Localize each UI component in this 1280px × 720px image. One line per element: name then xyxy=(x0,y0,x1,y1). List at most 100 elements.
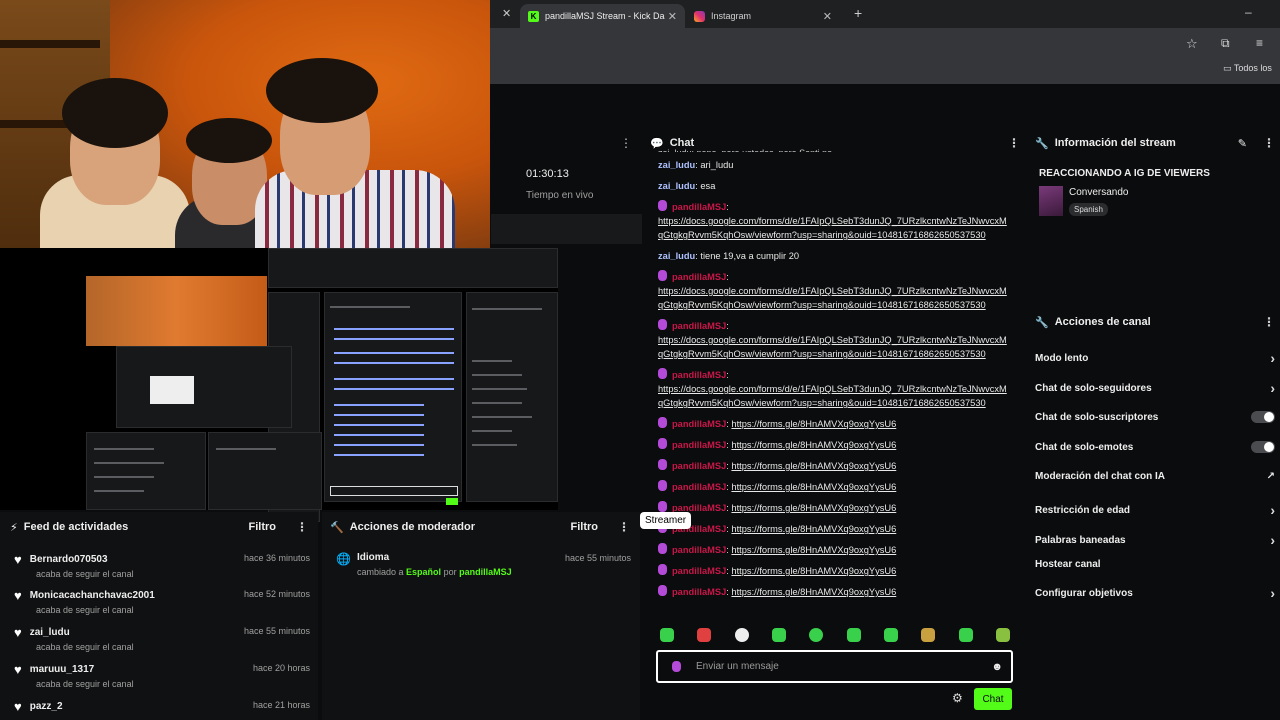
emote-icon[interactable] xyxy=(846,628,861,642)
channel-action-row[interactable]: Configurar objetivos › xyxy=(1035,585,1275,601)
chat-link[interactable]: https://forms.gle/8HnAMVXq9oxgYysU6 xyxy=(731,461,896,471)
chat-input[interactable]: Enviar un mensaje ☻ xyxy=(656,650,1013,683)
chat-username[interactable]: pandillaMSJ xyxy=(672,482,726,492)
feed-username[interactable]: zai_ludu xyxy=(30,627,70,638)
chat-link[interactable]: https://forms.gle/8HnAMVXq9oxgYysU6 xyxy=(731,440,896,450)
chat-username[interactable]: pandillaMSJ xyxy=(672,461,726,471)
more-options-icon[interactable]: ⋮ xyxy=(1263,315,1275,329)
chat-message: pandillaMSJ: https://forms.gle/8HnAMVXq9… xyxy=(658,501,1018,515)
emote-icon[interactable] xyxy=(809,628,824,642)
mod-action-user: pandillaMSJ xyxy=(459,567,512,577)
chat-link[interactable]: https://docs.google.com/forms/d/e/1FAIpQ… xyxy=(658,214,1010,242)
chat-message: zai_ludu: ari_ludu xyxy=(658,160,734,170)
bookmarks-folder[interactable]: ▭ Todos los xyxy=(1223,63,1272,74)
emote-icon[interactable] xyxy=(771,628,786,642)
chat-username[interactable]: pandillaMSJ xyxy=(672,587,726,597)
activity-feed-panel: ⚡ Feed de actividades Filtro ⋮ ♥ Bernardo… xyxy=(0,512,318,720)
tab-instagram[interactable]: Instagram ✕ xyxy=(686,4,840,28)
channel-action-row[interactable]: Moderación del chat con IA ↗ xyxy=(1035,471,1275,482)
channel-action-row[interactable]: Chat de solo-suscriptores xyxy=(1035,411,1275,423)
new-tab-icon[interactable]: + xyxy=(854,5,862,21)
chat-link[interactable]: https://forms.gle/8HnAMVXq9oxgYysU6 xyxy=(731,587,896,597)
menu-icon[interactable]: ≡ xyxy=(1256,36,1263,50)
channel-action-row[interactable]: Modo lento › xyxy=(1035,350,1275,366)
chat-username[interactable]: pandillaMSJ xyxy=(672,202,726,212)
minimize-icon[interactable]: – xyxy=(1245,5,1252,19)
chat-username[interactable]: pandillaMSJ xyxy=(672,321,726,331)
channel-action-row[interactable]: Chat de solo-emotes xyxy=(1035,441,1275,453)
heart-icon: ♥ xyxy=(14,699,22,714)
chat-username[interactable]: pandillaMSJ xyxy=(672,370,726,380)
chat-username[interactable]: pandillaMSJ xyxy=(672,566,726,576)
chat-username[interactable]: pandillaMSJ xyxy=(672,440,726,450)
feed-item: ♥ Bernardo070503 acaba de seguir el canal h… xyxy=(14,552,310,579)
chat-settings-icon[interactable]: ⚙ xyxy=(952,691,963,705)
chat-text: esa xyxy=(700,181,716,191)
emote-icon[interactable] xyxy=(921,628,936,642)
feed-username[interactable]: pazz_2 xyxy=(30,701,63,712)
close-tab-icon[interactable]: ✕ xyxy=(668,10,677,23)
close-tab-icon[interactable]: ✕ xyxy=(823,10,832,23)
chat-link[interactable]: https://docs.google.com/forms/d/e/1FAIpQ… xyxy=(658,284,1010,312)
feed-action: acaba de seguir el canal xyxy=(36,569,134,579)
emote-icon[interactable] xyxy=(958,628,973,642)
emoji-picker-icon[interactable]: ☻ xyxy=(991,661,1003,673)
globe-icon: 🌐 xyxy=(336,552,351,566)
chat-messages: zai_ludu: nono, pero ustedes, para Santi… xyxy=(658,146,1018,606)
emote-icon[interactable] xyxy=(883,628,898,642)
chat-link[interactable]: https://forms.gle/8HnAMVXq9oxgYysU6 xyxy=(731,545,896,555)
chat-username[interactable]: pandillaMSJ xyxy=(672,272,726,282)
emote-icon[interactable] xyxy=(697,628,712,642)
channel-action-row[interactable]: Hostear canal xyxy=(1035,559,1275,570)
chat-username[interactable]: zai_ludu xyxy=(658,181,695,191)
streamer-badge-icon xyxy=(658,200,667,211)
chevron-right-icon: › xyxy=(1270,380,1275,396)
channel-action-row[interactable]: Palabras baneadas › xyxy=(1035,532,1275,548)
tab-kick-dashboard[interactable]: K pandillaMSJ Stream - Kick Dash ✕ xyxy=(520,4,685,28)
filter-button[interactable]: Filtro xyxy=(571,521,599,533)
feed-username[interactable]: Bernardo070503 xyxy=(30,554,108,565)
streamer-badge-icon xyxy=(658,368,667,379)
more-options-icon[interactable]: ⋮ xyxy=(1263,136,1275,150)
chat-username[interactable]: zai_ludu xyxy=(658,251,695,261)
edit-icon[interactable]: ✎ xyxy=(1238,137,1247,150)
send-chat-button[interactable]: Chat xyxy=(974,688,1012,710)
toggle-switch[interactable] xyxy=(1251,411,1275,423)
chat-link[interactable]: https://forms.gle/8HnAMVXq9oxgYysU6 xyxy=(731,503,896,513)
toggle-switch[interactable] xyxy=(1251,441,1275,453)
chat-username[interactable]: pandillaMSJ xyxy=(672,545,726,555)
chat-username[interactable]: pandillaMSJ xyxy=(672,419,726,429)
chat-username[interactable]: zai_ludu xyxy=(658,160,695,170)
bolt-icon: ⚡ xyxy=(10,521,18,534)
chat-link[interactable]: https://forms.gle/8HnAMVXq9oxgYysU6 xyxy=(731,524,896,534)
feed-time: hace 20 horas xyxy=(252,663,310,673)
emote-icon[interactable] xyxy=(995,628,1010,642)
feed-username[interactable]: maruuu_1317 xyxy=(30,664,94,675)
chat-message: pandillaMSJ: https://forms.gle/8HnAMVXq9… xyxy=(658,417,1018,431)
star-bookmark-icon[interactable]: ☆ xyxy=(1186,36,1198,52)
chat-link[interactable]: https://docs.google.com/forms/d/e/1FAIpQ… xyxy=(658,333,1010,361)
channel-action-row[interactable]: Chat de solo-seguidores › xyxy=(1035,380,1275,396)
filter-button[interactable]: Filtro xyxy=(249,521,277,533)
chat-link[interactable]: https://docs.google.com/forms/d/e/1FAIpQ… xyxy=(658,382,1010,410)
chat-link[interactable]: https://forms.gle/8HnAMVXq9oxgYysU6 xyxy=(731,566,896,576)
emote-icon[interactable] xyxy=(734,628,749,642)
heart-icon: ♥ xyxy=(14,625,22,640)
extensions-icon[interactable]: ⧉ xyxy=(1221,36,1230,51)
heart-icon: ♥ xyxy=(14,588,22,603)
chat-link[interactable]: https://forms.gle/8HnAMVXq9oxgYysU6 xyxy=(731,419,896,429)
chat-message: pandillaMSJ: https://forms.gle/8HnAMVXq9… xyxy=(658,459,1018,473)
chat-link[interactable]: https://forms.gle/8HnAMVXq9oxgYysU6 xyxy=(731,482,896,492)
webcam-overlay xyxy=(0,0,490,276)
channel-action-row[interactable]: Restricción de edad › xyxy=(1035,502,1275,518)
channel-action-label: Chat de solo-seguidores xyxy=(1035,382,1152,394)
close-tab-icon[interactable]: ✕ xyxy=(502,7,511,20)
more-options-icon[interactable]: ⋮ xyxy=(620,136,632,150)
emote-icon[interactable] xyxy=(660,628,674,642)
more-options-icon[interactable]: ⋮ xyxy=(296,520,308,534)
heart-icon: ♥ xyxy=(14,662,22,677)
more-options-icon[interactable]: ⋮ xyxy=(618,520,630,534)
moderator-actions-title: Acciones de moderador xyxy=(349,521,476,533)
feed-username[interactable]: Monicacachanchavac2001 xyxy=(30,590,155,601)
chat-text: tiene 19,va a cumplir 20 xyxy=(700,251,800,261)
